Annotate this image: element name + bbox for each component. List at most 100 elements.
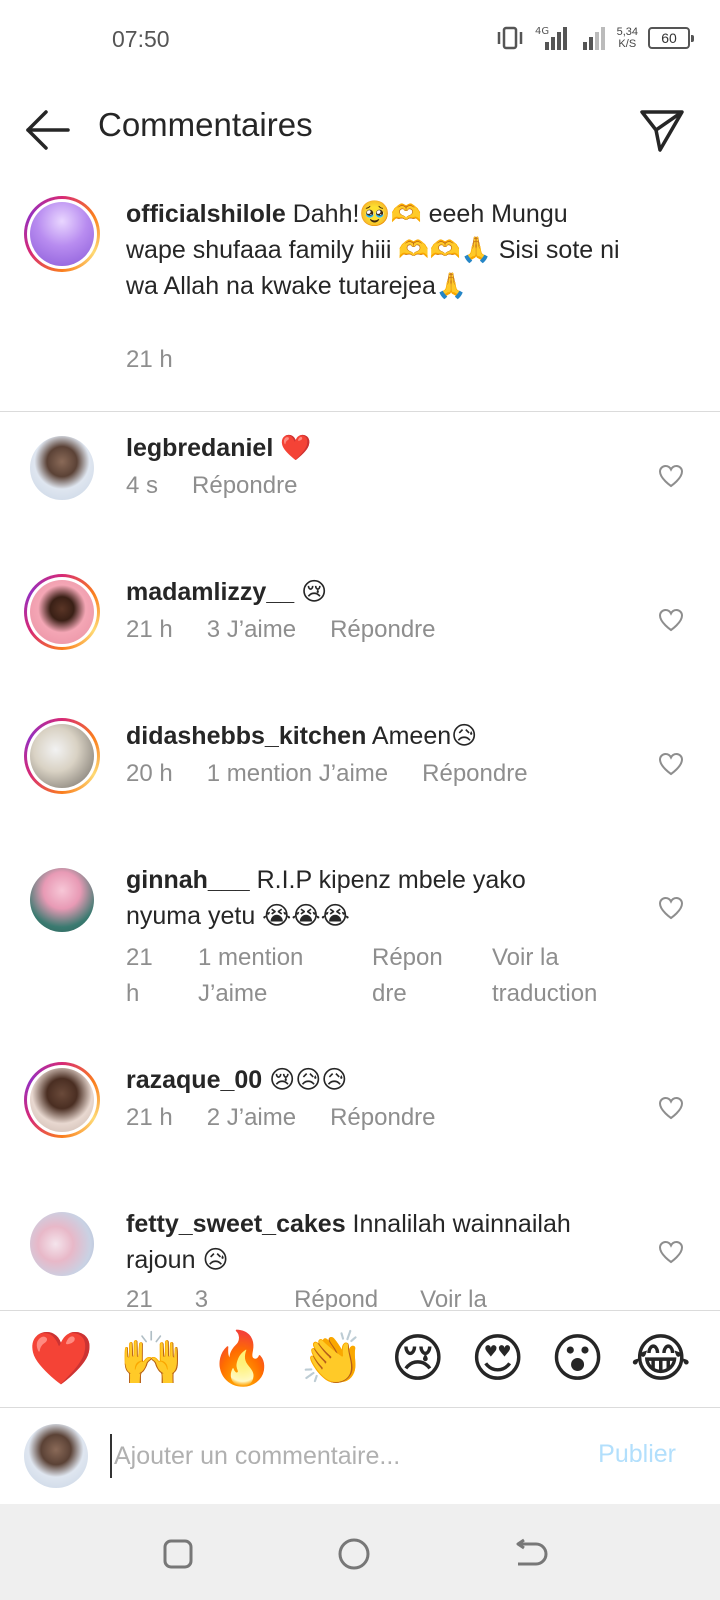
- comment-username[interactable]: fetty_sweet_cakes: [126, 1210, 346, 1238]
- recent-apps-icon[interactable]: [160, 1536, 196, 1572]
- caption-text: officialshilole Dahh!🥹🫶 eeeh Mungu wape …: [126, 196, 626, 304]
- like-heart-icon[interactable]: [658, 752, 684, 776]
- likes-count[interactable]: 3: [195, 1286, 208, 1310]
- emoji-surprised[interactable]: 😮: [550, 1329, 604, 1389]
- comment-body: 😢: [294, 578, 328, 606]
- comment-username[interactable]: razaque_00: [126, 1066, 262, 1094]
- like-heart-icon[interactable]: [658, 896, 684, 920]
- caption-username[interactable]: officialshilole: [126, 200, 286, 228]
- battery-icon: 60: [648, 27, 694, 49]
- avatar[interactable]: [24, 196, 100, 272]
- like-heart-icon[interactable]: [658, 608, 684, 632]
- emoji-clapping[interactable]: 👏: [300, 1329, 365, 1389]
- comment-text: ginnah___ R.I.P kipenz mbele yako nyuma …: [126, 862, 596, 934]
- comment-item: legbredaniel ❤️ 4 s Répondre: [0, 430, 720, 550]
- comment-username[interactable]: legbredaniel: [126, 434, 273, 462]
- network-label: 4G: [535, 26, 549, 37]
- comment-composer: Publier: [0, 1410, 720, 1504]
- comment-text: razaque_00 😢😥😥: [126, 1062, 626, 1098]
- status-bar: 07:50 4G 5,34 K/S 60: [0, 0, 720, 80]
- comment-text: fetty_sweet_cakes Innalilah wainnailah r…: [126, 1206, 626, 1278]
- comment-time-line1: 21: [126, 944, 153, 971]
- comment-time: 21 h: [126, 1104, 173, 1131]
- avatar[interactable]: [24, 574, 100, 650]
- avatar[interactable]: [30, 868, 94, 932]
- comment-meta: 4 s Répondre: [126, 472, 331, 500]
- translate-button[interactable]: Voir la: [420, 1286, 487, 1310]
- signal-4g-icon: 4G: [535, 26, 567, 50]
- comment-text: legbredaniel ❤️: [126, 430, 626, 466]
- speed-unit: K/S: [618, 38, 637, 50]
- comment-body: ❤️: [273, 434, 312, 462]
- reply-button[interactable]: Répondre: [422, 760, 527, 788]
- back-button[interactable]: [24, 108, 72, 152]
- comment-body: Ameen😥: [366, 722, 478, 750]
- comment-time: 4 s: [126, 472, 159, 499]
- home-icon[interactable]: [336, 1536, 372, 1572]
- comment-time: 20 h: [126, 760, 173, 787]
- reply-button[interactable]: Répondre: [192, 472, 297, 500]
- comment-item: razaque_00 😢😥😥 21 h 2 J’aime Répondre: [0, 1062, 720, 1182]
- likes-count[interactable]: 1 mention J’aime: [198, 940, 338, 1012]
- post-caption: officialshilole Dahh!🥹🫶 eeeh Mungu wape …: [0, 196, 720, 412]
- avatar[interactable]: [24, 718, 100, 794]
- comment-meta: 20 h 1 mention J’aime Répondre: [126, 760, 562, 788]
- share-button[interactable]: [638, 106, 686, 154]
- send-icon: [640, 110, 684, 152]
- like-heart-icon[interactable]: [658, 1096, 684, 1120]
- comment-item: fetty_sweet_cakes Innalilah wainnailah r…: [0, 1206, 720, 1310]
- reply-button-line1: Répon: [372, 944, 443, 971]
- system-nav-bar: [0, 1504, 720, 1600]
- reply-button[interactable]: Répon dre: [372, 940, 458, 1012]
- comment-meta: 21 h 3 J’aime Répondre: [126, 616, 470, 644]
- emoji-raised-hands[interactable]: 🙌: [119, 1329, 184, 1389]
- like-heart-icon[interactable]: [658, 464, 684, 488]
- likes-count[interactable]: 2 J’aime: [207, 1104, 296, 1132]
- comment-item: madamlizzy__ 😢 21 h 3 J’aime Répondre: [0, 574, 720, 694]
- comment-text: madamlizzy__ 😢: [126, 574, 626, 610]
- speed-value: 5,34: [616, 26, 638, 38]
- comment-body: 😢😥😥: [262, 1066, 348, 1094]
- reply-button[interactable]: Répond: [294, 1286, 378, 1310]
- comment-text: didashebbs_kitchen Ameen😥: [126, 718, 626, 754]
- translate-button-line2: traduction: [492, 980, 598, 1007]
- emoji-heart-eyes[interactable]: 😍: [471, 1329, 525, 1389]
- avatar[interactable]: [30, 1212, 94, 1276]
- likes-count[interactable]: 3 J’aime: [207, 616, 296, 644]
- comment-meta: 21 h 2 J’aime Répondre: [126, 1104, 470, 1132]
- back-nav-icon[interactable]: [512, 1536, 548, 1572]
- likes-count[interactable]: 1 mention J’aime: [207, 760, 388, 788]
- status-time: 07:50: [112, 26, 170, 52]
- comment-username[interactable]: didashebbs_kitchen: [126, 722, 366, 750]
- emoji-fire[interactable]: 🔥: [210, 1329, 275, 1389]
- reply-button[interactable]: Répondre: [330, 616, 435, 644]
- comment-username[interactable]: ginnah___: [126, 866, 250, 894]
- arrow-left-icon: [26, 110, 70, 150]
- publish-button[interactable]: Publier: [598, 1440, 676, 1469]
- comment-time: 21 h: [126, 616, 173, 643]
- network-speed: 5,34 K/S: [617, 26, 638, 50]
- caption-time: 21 h: [126, 346, 173, 373]
- reply-button[interactable]: Répondre: [330, 1104, 435, 1132]
- emoji-quick-bar: ❤️ 🙌 🔥 👏 😢 😍 😮 😂: [0, 1310, 720, 1408]
- likes-count-line1: 1 mention: [198, 944, 304, 971]
- comment-item: ginnah___ R.I.P kipenz mbele yako nyuma …: [0, 862, 720, 1032]
- status-icons: 4G 5,34 K/S 60: [495, 24, 694, 52]
- comment-username[interactable]: madamlizzy__: [126, 578, 294, 606]
- translate-button-line1: Voir la: [492, 944, 559, 971]
- emoji-laughing[interactable]: 😂: [630, 1329, 691, 1389]
- signal-icon: [582, 27, 605, 50]
- likes-count-line2: J’aime: [198, 980, 268, 1007]
- comment-item: didashebbs_kitchen Ameen😥 20 h 1 mention…: [0, 718, 720, 838]
- avatar[interactable]: [30, 436, 94, 500]
- avatar: [24, 1424, 88, 1488]
- like-heart-icon[interactable]: [658, 1240, 684, 1264]
- translate-button[interactable]: Voir la traduction: [492, 940, 622, 1012]
- emoji-heart[interactable]: ❤️: [29, 1329, 94, 1389]
- page-title: Commentaires: [98, 106, 313, 143]
- avatar[interactable]: [24, 1062, 100, 1138]
- reply-button-line2: dre: [372, 980, 407, 1007]
- comment-time: 21 h: [126, 940, 162, 1012]
- comment-input[interactable]: [110, 1434, 550, 1478]
- emoji-crying[interactable]: 😢: [391, 1329, 445, 1389]
